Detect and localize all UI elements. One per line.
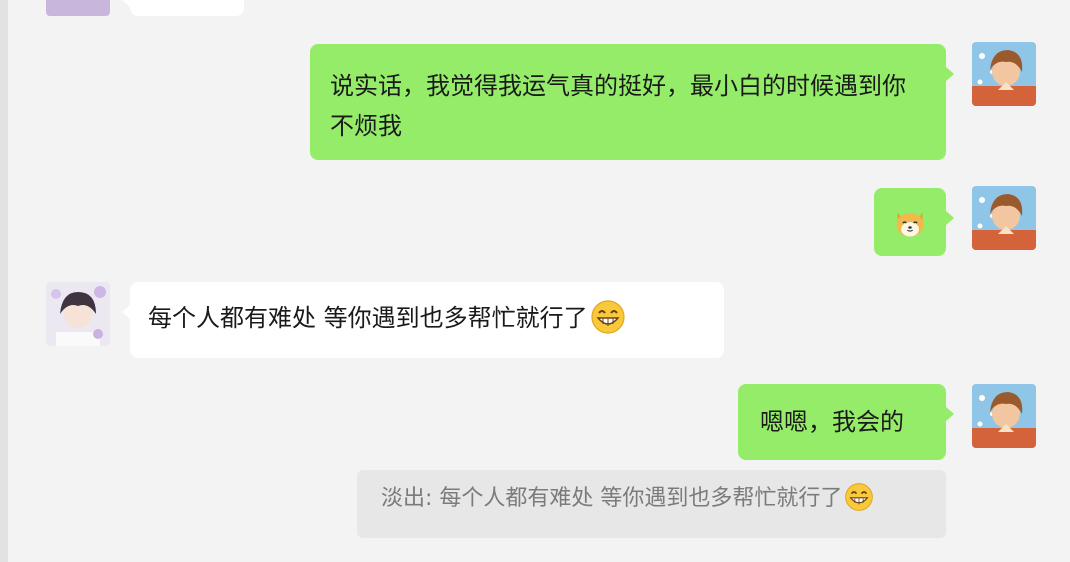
avatar-image: [972, 42, 1036, 106]
message-text: 嗯嗯，我会的: [760, 408, 904, 436]
avatar-image: [972, 384, 1036, 448]
contact-avatar[interactable]: [46, 282, 110, 346]
shiba-dog-emoji: [896, 212, 924, 237]
avatar-image: [972, 186, 1036, 250]
grin-emoji: [591, 300, 625, 334]
avatar-image: [46, 0, 110, 16]
message-bubble-outgoing[interactable]: 说实话，我觉得我运气真的挺好，最小白的时候遇到你不烦我: [310, 44, 954, 160]
message-bubble-outgoing[interactable]: 嗯嗯，我会的: [738, 384, 954, 460]
sticker-bubble-outgoing[interactable]: [874, 188, 954, 256]
window-edge: [0, 0, 8, 562]
quote-sender: 淡出:: [381, 486, 433, 511]
message-text: 每个人都有难处 等你遇到也多帮忙就行了: [148, 304, 588, 332]
message-text: 说实话，我觉得我运气真的挺好，最小白的时候遇到你不烦我: [330, 72, 906, 140]
quote-text: 每个人都有难处 等你遇到也多帮忙就行了: [439, 486, 843, 511]
quoted-message[interactable]: 淡出: 每个人都有难处 等你遇到也多帮忙就行了: [357, 470, 946, 538]
message-bubble-incoming-previous[interactable]: [122, 0, 244, 16]
my-avatar[interactable]: [972, 42, 1036, 106]
contact-avatar[interactable]: [46, 0, 110, 16]
grin-emoji: [845, 483, 874, 511]
avatar-image: [46, 282, 110, 346]
my-avatar[interactable]: [972, 186, 1036, 250]
my-avatar[interactable]: [972, 384, 1036, 448]
message-bubble-incoming[interactable]: 每个人都有难处 等你遇到也多帮忙就行了: [122, 282, 724, 358]
